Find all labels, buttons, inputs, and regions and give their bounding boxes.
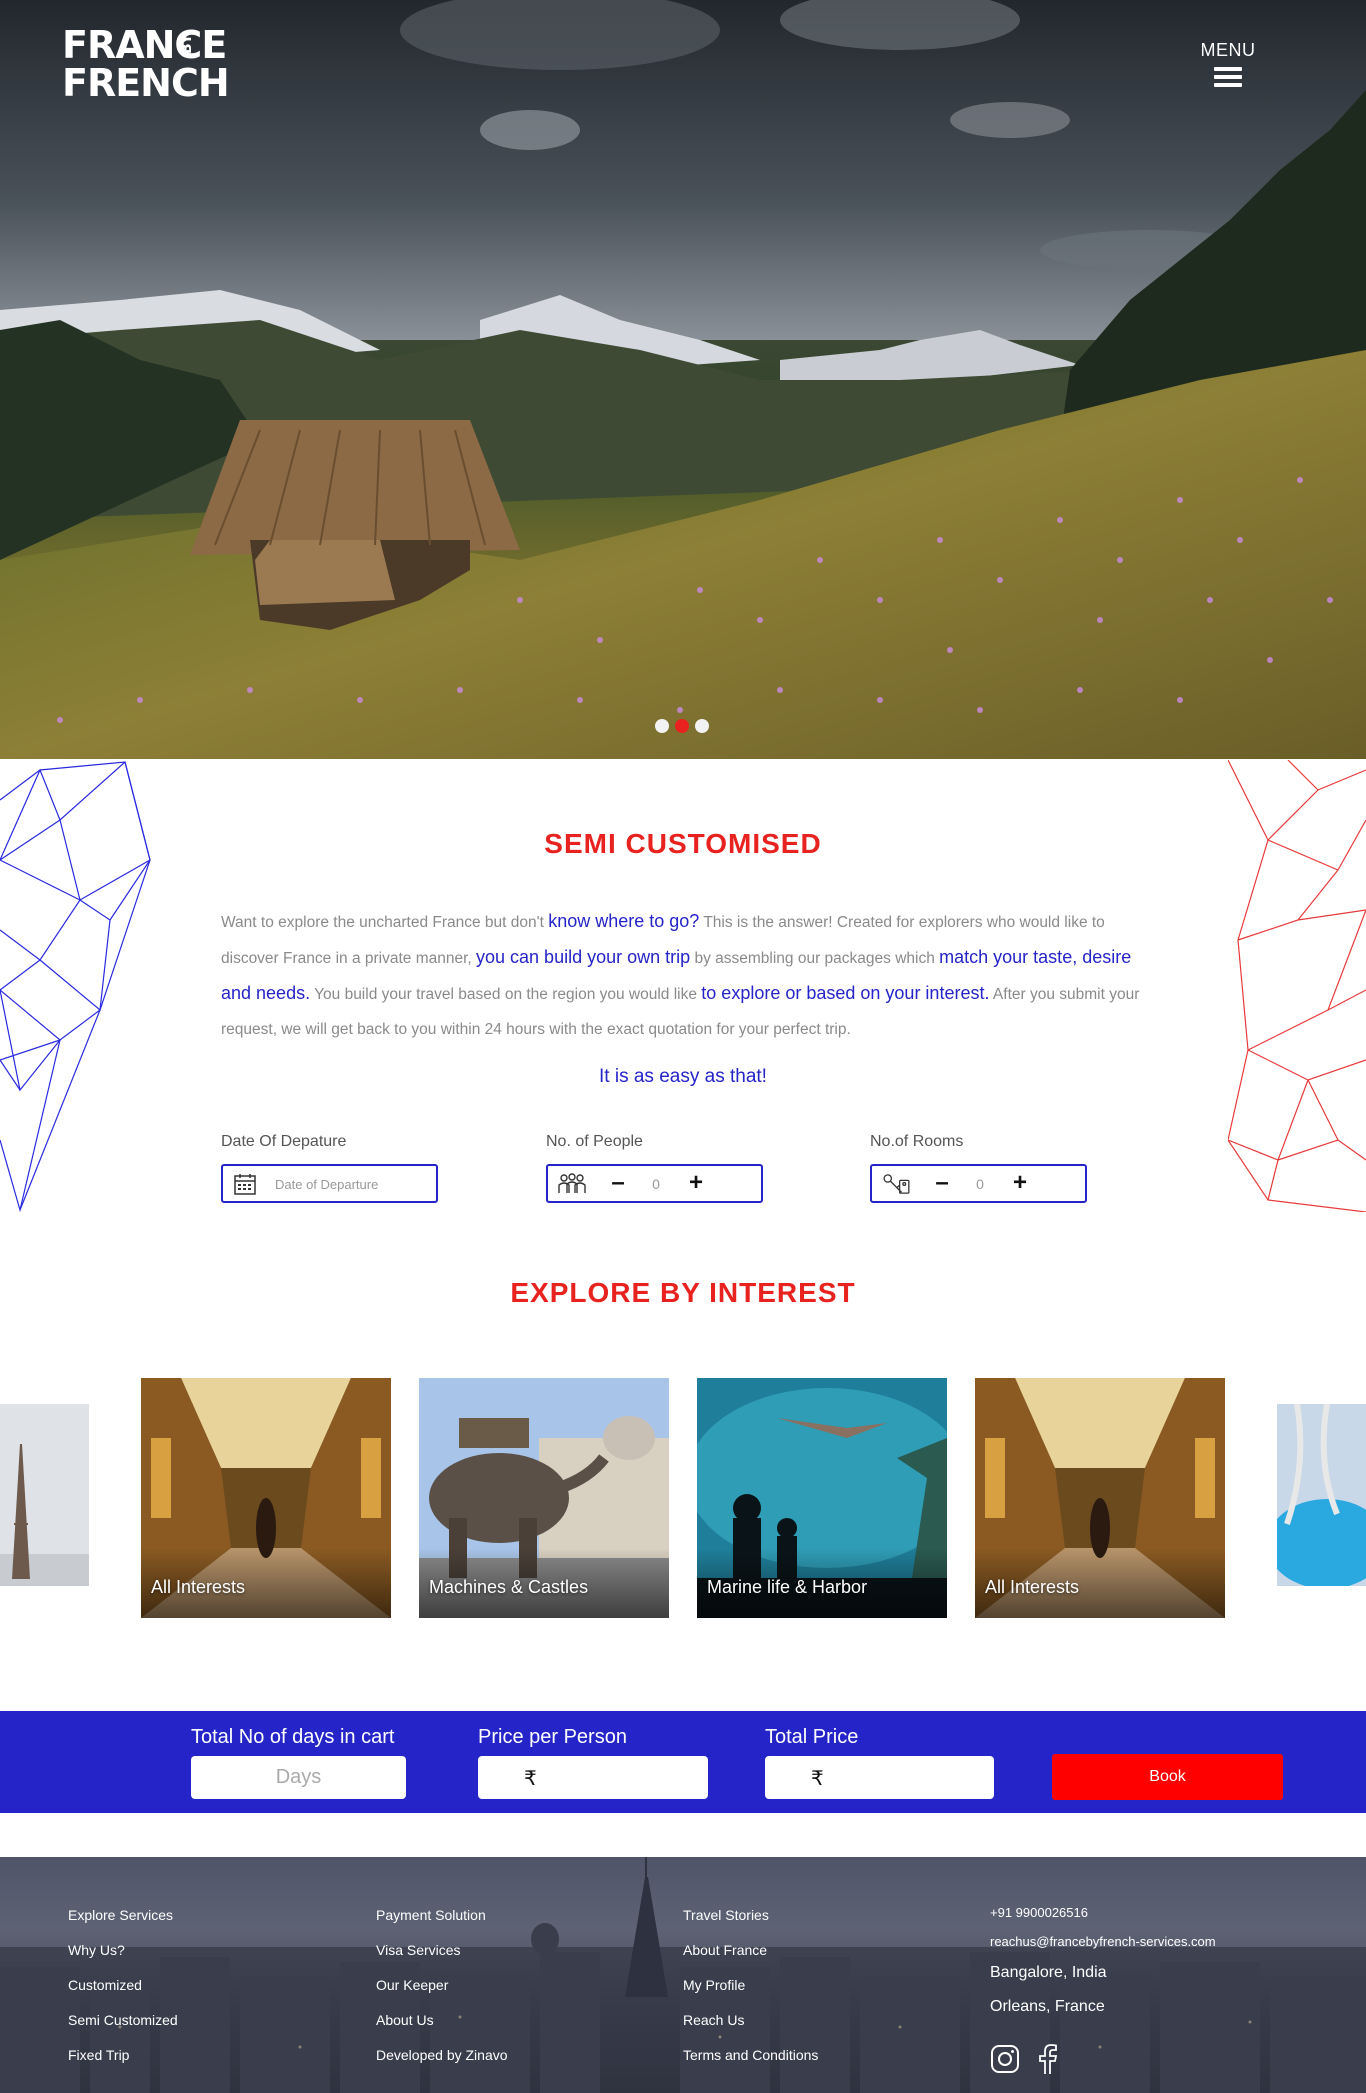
carousel-card-partial-left[interactable] [0, 1404, 89, 1586]
footer-link-why-us[interactable]: Why Us? [68, 1933, 178, 1968]
logo-by: BY [179, 34, 195, 55]
departure-placeholder: Date of Departure [275, 1177, 379, 1192]
carousel-card-1[interactable]: All Interests [141, 1378, 391, 1618]
facebook-icon[interactable] [1036, 2044, 1058, 2079]
slider-dots [655, 719, 709, 733]
carousel-card-partial-right[interactable] [1277, 1404, 1366, 1586]
currency-symbol: ₹ [524, 1768, 537, 1790]
slider-dot-2[interactable] [675, 719, 689, 733]
hero-image [0, 0, 1366, 759]
rooms-label: No.of Rooms [870, 1133, 964, 1150]
social-links [990, 2044, 1058, 2079]
intro-highlight: you can build your own trip [476, 947, 691, 967]
hamburger-icon [1214, 67, 1242, 87]
book-button[interactable]: Book [1052, 1754, 1283, 1800]
carousel-card-3[interactable]: Marine life & Harbor [697, 1378, 947, 1618]
footer-link-payment-solution[interactable]: Payment Solution [376, 1898, 508, 1933]
rooms-decrement-button[interactable]: – [932, 1170, 952, 1196]
footer-phone[interactable]: +91 9900026516 [990, 1898, 1216, 1927]
menu-label: MENU [1200, 40, 1256, 60]
site-logo[interactable]: FRANCE FRENCH BY [62, 23, 230, 105]
footer-link-about-us[interactable]: About Us [376, 2003, 508, 2038]
room-key-icon [883, 1174, 910, 1194]
card-label: Marine life & Harbor [707, 1577, 868, 1597]
footer-column-2: Payment Solution Visa Services Our Keepe… [376, 1898, 508, 2073]
intro-text: You build your travel based on the regio… [310, 986, 702, 1003]
currency-symbol: ₹ [811, 1768, 824, 1790]
people-decrement-button[interactable]: – [608, 1170, 628, 1196]
page: FRANCE FRENCH BY MENU SEMI CUSTOMISED Wa… [0, 0, 1366, 2093]
footer-column-3: Travel Stories About France My Profile R… [683, 1898, 818, 2073]
footer-link-customized[interactable]: Customized [68, 1968, 178, 2003]
footer-city-2: Orleans, France [990, 1998, 1105, 2015]
carousel-card-4[interactable]: All Interests [975, 1378, 1225, 1618]
logo-line-2: FRENCH [62, 61, 230, 105]
price-per-person-label: Price per Person [478, 1726, 627, 1748]
footer-link-terms[interactable]: Terms and Conditions [683, 2038, 818, 2073]
price-per-person-field[interactable]: ₹ [478, 1756, 708, 1799]
pool-image [1277, 1404, 1366, 1586]
total-price-label: Total Price [765, 1726, 859, 1748]
carousel-card-2[interactable]: Machines & Castles [419, 1378, 669, 1618]
footer-link-developed-by[interactable]: Developed by Zinavo [376, 2038, 508, 2073]
hero-slider[interactable]: FRANCE FRENCH BY MENU [0, 0, 1366, 759]
footer-link-travel-stories[interactable]: Travel Stories [683, 1898, 818, 1933]
people-icon [558, 1173, 586, 1193]
eiffel-tower-image [0, 1404, 89, 1586]
rooms-value: 0 [976, 1176, 984, 1192]
people-value: 0 [652, 1176, 660, 1192]
intro-highlight: know where to go? [548, 911, 700, 931]
departure-label: Date Of Depature [221, 1133, 347, 1150]
footer-link-visa-services[interactable]: Visa Services [376, 1933, 508, 1968]
card-label: All Interests [151, 1577, 246, 1597]
footer-link-semi-customized[interactable]: Semi Customized [68, 2003, 178, 2038]
easy-tagline: It is as easy as that! [599, 1066, 767, 1087]
slider-dot-1[interactable] [655, 719, 669, 733]
people-label: No. of People [546, 1133, 643, 1150]
explore-title: EXPLORE BY INTEREST [510, 1277, 856, 1308]
instagram-icon[interactable] [990, 2044, 1020, 2079]
footer-email[interactable]: reachus@francebyfrench-services.com [990, 1927, 1216, 1956]
card-label: Machines & Castles [429, 1577, 589, 1597]
footer-link-reach-us[interactable]: Reach Us [683, 2003, 818, 2038]
rooms-increment-button[interactable]: + [1010, 1170, 1030, 1196]
semi-customised-intro: Want to explore the uncharted France but… [221, 904, 1151, 1047]
total-price-field[interactable]: ₹ [765, 1756, 994, 1799]
people-stepper[interactable]: – 0 + [546, 1164, 763, 1203]
footer-link-about-france[interactable]: About France [683, 1933, 818, 1968]
footer-contact: +91 9900026516 reachus@francebyfrench-se… [990, 1898, 1216, 2024]
intro-text: by assembling our packages which [690, 950, 940, 967]
intro-text: Want to explore the uncharted France but… [221, 914, 549, 931]
semi-customised-title: SEMI CUSTOMISED [544, 828, 822, 859]
days-in-cart-label: Total No of days in cart [191, 1726, 395, 1748]
rooms-stepper[interactable]: – 0 + [870, 1164, 1087, 1203]
footer-city-1: Bangalore, India [990, 1964, 1107, 1981]
calendar-icon [234, 1174, 256, 1195]
intro-highlight: to explore or based on your interest. [701, 983, 990, 1003]
card-label: All Interests [985, 1577, 1080, 1597]
footer-link-fixed-trip[interactable]: Fixed Trip [68, 2038, 178, 2073]
footer-link-our-keeper[interactable]: Our Keeper [376, 1968, 508, 2003]
footer-column-1: Explore Services Why Us? Customized Semi… [68, 1898, 178, 2073]
days-in-cart-field[interactable]: Days [191, 1756, 406, 1799]
logo-line-1: FRANCE [62, 23, 227, 67]
departure-date-input[interactable]: Date of Departure [221, 1164, 438, 1203]
people-increment-button[interactable]: + [686, 1170, 706, 1196]
slider-dot-3[interactable] [695, 719, 709, 733]
footer-link-my-profile[interactable]: My Profile [683, 1968, 818, 2003]
footer-link-explore-services[interactable]: Explore Services [68, 1898, 178, 1933]
menu-button[interactable]: MENU [1198, 40, 1258, 91]
